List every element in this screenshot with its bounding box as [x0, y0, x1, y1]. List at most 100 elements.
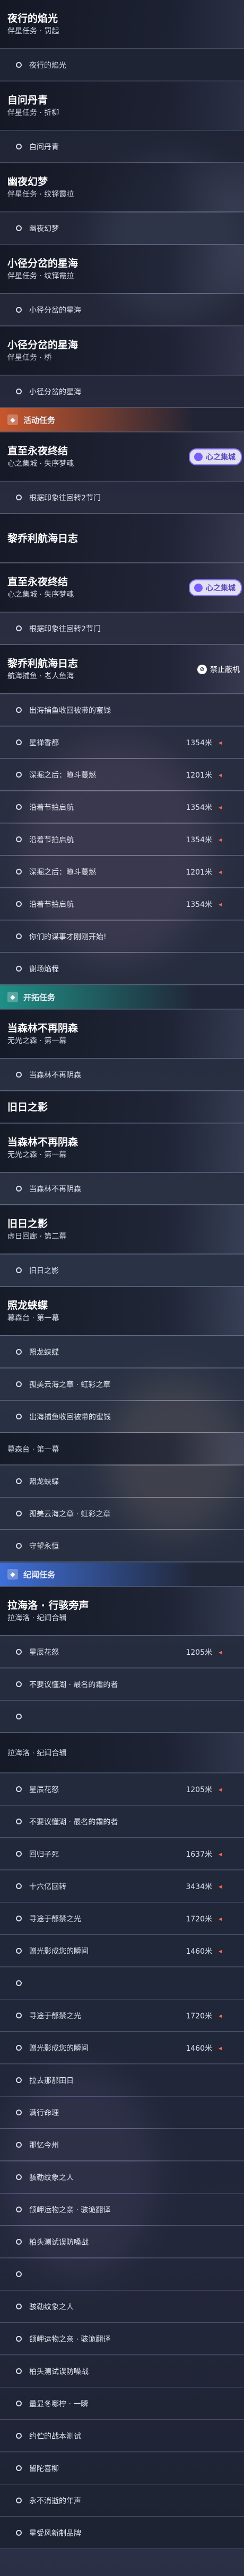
objective-circle-icon: [16, 1786, 22, 1792]
quest-card[interactable]: 旧日之影 虚日回廊 · 第二幕: [0, 1205, 244, 1254]
quest-card[interactable]: 黎乔利航海日志 航海捕鱼 · 老人鱼海 ⊘ 禁止蔽机: [0, 645, 244, 693]
quest-card[interactable]: 当森林不再阴森 无光之森 · 第一幕: [0, 1010, 244, 1058]
objective-row[interactable]: 幽夜幻梦: [0, 213, 244, 244]
objective-row[interactable]: 深掘之后：瞭斗蔓燃 1201米 ◂: [0, 856, 244, 887]
objective-row[interactable]: 星辰花怒 1205米 ◂: [0, 1774, 244, 1805]
objective-row[interactable]: 不要议懂湖 · 最名的霜的者: [0, 1669, 244, 1700]
objective-label: 谢场焰程: [29, 965, 59, 974]
quest-card[interactable]: 小径分岔的星海 伴星任务 · 桥: [0, 327, 244, 375]
objective-row[interactable]: [0, 1701, 244, 1732]
objective-row[interactable]: 沿着节拍启航 1354米 ◂: [0, 791, 244, 823]
objective-label: 守望永恒: [29, 1542, 59, 1551]
objective-circle-icon: [16, 307, 22, 313]
quest-card[interactable]: 直至永夜终结 心之集城 · 失序梦魂 心之集城: [0, 563, 244, 612]
objective-label: 你们的谋事才刚刚开始!: [29, 932, 107, 941]
objective-row[interactable]: 出海捕鱼收回被带的蜜饯: [0, 694, 244, 726]
objective-row[interactable]: 颌岬运物之亲 · 骇诡翻译: [0, 2323, 244, 2354]
objective-row[interactable]: 旧日之影: [0, 1255, 244, 1286]
objective-row[interactable]: 骇勒纹象之人: [0, 2291, 244, 2322]
quest-card[interactable]: 幽夜幻梦 伴星任务 · 纹铎霞拉: [0, 163, 244, 211]
objective-row[interactable]: 寻途于郁禁之光 1720米 ◂: [0, 1903, 244, 1934]
objective-row[interactable]: 孤美云海之章 · 虹彩之章: [0, 1498, 244, 1529]
objective-row[interactable]: 根据印象往回转2节门: [0, 613, 244, 644]
row-divider: [0, 1090, 244, 1091]
quest-title: 旧日之影: [7, 1218, 48, 1230]
objective-label: 照龙蛱蝶: [29, 1348, 59, 1357]
direction-arrow-icon: ◂: [218, 803, 222, 811]
objective-row[interactable]: 寻途于郁禁之光 1720米 ◂: [0, 2000, 244, 2031]
objective-row[interactable]: 自问丹青: [0, 131, 244, 162]
objective-row[interactable]: 你们的谋事才刚刚开始!: [0, 921, 244, 952]
location-pill[interactable]: 心之集城: [189, 448, 242, 465]
objective-row[interactable]: 孤美云海之章 · 虹彩之章: [0, 1369, 244, 1400]
quest-title: 照龙蛱蝶: [7, 1299, 48, 1311]
objective-row[interactable]: [0, 2259, 244, 2290]
objective-row[interactable]: 十六亿回转 3434米 ◂: [0, 1871, 244, 1902]
objective-row[interactable]: [0, 1968, 244, 1999]
objective-row[interactable]: 深掘之后：瞭斗蔓燃 1201米 ◂: [0, 759, 244, 790]
objective-label: 颌岬运物之亲 · 骇诡翻译: [29, 2206, 111, 2215]
objective-row[interactable]: 星受风新制品牌: [0, 2517, 244, 2548]
quest-card[interactable]: 照龙蛱蝶 幕森台 · 第一幕: [0, 1287, 244, 1335]
quest-card[interactable]: 幕森台 · 第一幕: [0, 1433, 244, 1465]
location-pill-label: 心之集城: [206, 584, 236, 593]
objective-row[interactable]: 赠光影成您的瞬间 1460米 ◂: [0, 1935, 244, 1966]
quest-card[interactable]: 直至永夜终结 心之集城 · 失序梦魂 心之集城: [0, 433, 244, 481]
objective-row[interactable]: 赠光影成您的瞬间 1460米 ◂: [0, 2032, 244, 2063]
quest-card[interactable]: 拉海洛 · 行骇旁声 拉海洛 · 纪闻合辑: [0, 1587, 244, 1635]
quest-card[interactable]: 自问丹青 伴星任务 · 折柳: [0, 82, 244, 130]
objective-row[interactable]: 当森林不再阴森: [0, 1173, 244, 1204]
objective-label: 出海捕鱼收回被带的蜜饯: [29, 706, 111, 715]
objective-row[interactable]: 守望永恒: [0, 1530, 244, 1562]
quest-subtitle: 无光之森 · 第一幕: [7, 1150, 67, 1159]
objective-label: 孤美云海之章 · 虹彩之章: [29, 1510, 111, 1519]
objective-row[interactable]: 骇勒纹象之人: [0, 2162, 244, 2193]
quest-card[interactable]: 夜行的焰光 伴星任务 · 罚起: [0, 0, 244, 48]
quest-text: 直至永夜终结 心之集城 · 失序梦魂: [7, 576, 74, 600]
quest-card[interactable]: 拉海洛 · 纪闻合辑: [0, 1733, 244, 1772]
quest-card[interactable]: 旧日之影: [0, 1091, 244, 1123]
objective-label: 沿着节拍启航: [29, 900, 74, 909]
objective-row[interactable]: 拉去那那田日: [0, 2065, 244, 2096]
objective-row[interactable]: 星禅香都 1354米 ◂: [0, 727, 244, 758]
objective-row[interactable]: 照龙蛱蝶: [0, 1336, 244, 1368]
quest-card[interactable]: 小径分岔的星海 伴星任务 · 纹铎霞拉: [0, 245, 244, 293]
objective-row[interactable]: 永不消逝的年声: [0, 2485, 244, 2516]
objective-circle-icon: [16, 2207, 22, 2212]
objective-row[interactable]: 沿着节拍启航 1354米 ◂: [0, 824, 244, 855]
objective-row[interactable]: 出海捕鱼收回被带的蜜饯: [0, 1401, 244, 1432]
row-divider: [0, 1934, 244, 1935]
direction-arrow-icon: ◂: [218, 1882, 222, 1890]
objective-circle-icon: [16, 707, 22, 713]
objective-row[interactable]: 谢场焰程: [0, 953, 244, 984]
quest-card[interactable]: 黎乔利航海日志: [0, 514, 244, 562]
stop-tag-label: 禁止蔽机: [210, 665, 240, 674]
objective-row[interactable]: 那忆今州: [0, 2129, 244, 2160]
location-pill[interactable]: 心之集城: [189, 579, 242, 596]
row-divider: [0, 2451, 244, 2452]
objective-row[interactable]: 根据印象往回转2节门: [0, 482, 244, 513]
row-divider: [0, 2354, 244, 2355]
objective-row[interactable]: 夜行的焰光: [0, 49, 244, 81]
objective-row[interactable]: 量显冬哪柠 · 一瞬: [0, 2388, 244, 2419]
objective-row[interactable]: 颌岬运物之亲 · 骇诡翻译: [0, 2194, 244, 2225]
objective-row[interactable]: 约伫的战本测试: [0, 2420, 244, 2451]
objective-row[interactable]: 沿着节拍启航 1354米 ◂: [0, 888, 244, 920]
quest-card[interactable]: 当森林不再阴森 无光之森 · 第一幕: [0, 1124, 244, 1172]
objective-row[interactable]: 当森林不再阴森: [0, 1059, 244, 1090]
quest-text: 夜行的焰光 伴星任务 · 罚起: [7, 12, 59, 37]
objective-row[interactable]: 星辰花怒 1205米 ◂: [0, 1636, 244, 1668]
objective-row[interactable]: 留陀喜柳: [0, 2453, 244, 2484]
objective-row[interactable]: 回归子死 1637米 ◂: [0, 1838, 244, 1869]
objective-row[interactable]: 照龙蛱蝶: [0, 1466, 244, 1497]
objective-row[interactable]: 满行命理: [0, 2097, 244, 2128]
objective-row[interactable]: 柏头测试误防嗓战: [0, 2356, 244, 2387]
objective-row[interactable]: 小径分岔的星海: [0, 376, 244, 407]
quest-text: 直至永夜终结 心之集城 · 失序梦魂: [7, 445, 74, 469]
objective-row[interactable]: 小径分岔的星海: [0, 294, 244, 325]
objective-label: 星辰花怒: [29, 1785, 59, 1794]
objective-row[interactable]: 柏头测试误防嗓战: [0, 2226, 244, 2257]
direction-arrow-icon: ◂: [218, 1785, 222, 1793]
objective-label: 深掘之后：瞭斗蔓燃: [29, 868, 96, 877]
objective-row[interactable]: 不要议懂湖 · 最名的霜的者: [0, 1806, 244, 1837]
